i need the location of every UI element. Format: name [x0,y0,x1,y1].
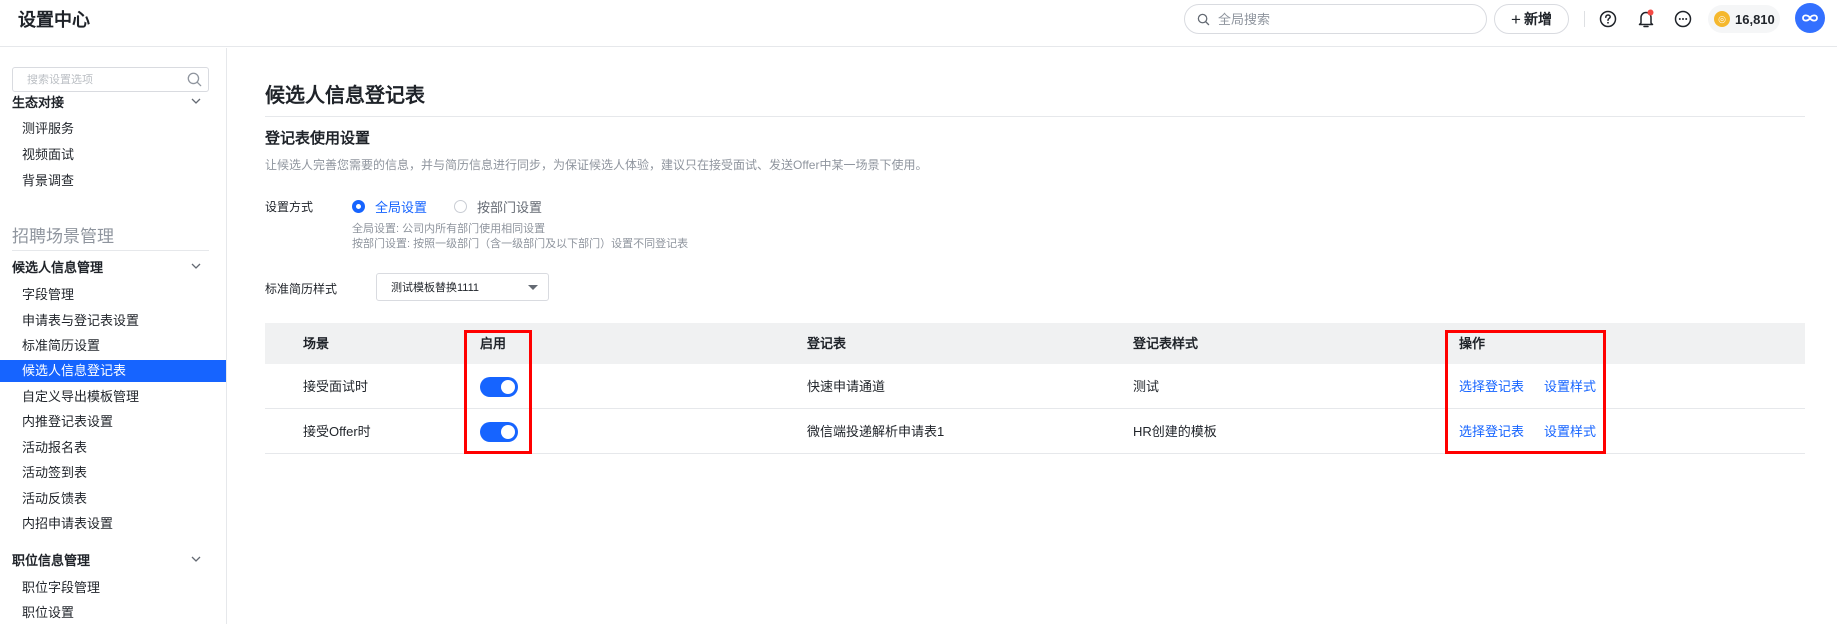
radio-department-label: 按部门设置 [477,200,543,215]
sidebar-item-event-feedback[interactable]: 活动反馈表 [0,488,226,510]
sidebar-item-standard-resume[interactable]: 标准简历设置 [0,335,226,357]
header-scene: 场景 [303,336,330,351]
caret-down-icon [528,285,538,290]
resume-style-value: 测试模板替换1111 [391,282,480,294]
settings-search-input[interactable] [27,73,177,86]
search-icon [187,72,202,87]
chevron-down-icon[interactable] [190,553,202,565]
notification-bell-icon[interactable] [1635,8,1657,30]
highlight-box-enable-column [464,330,532,454]
sidebar-item-referral-forms[interactable]: 内推登记表设置 [0,411,226,433]
highlight-box-operations-column [1445,330,1606,454]
plus-icon: + [1511,9,1521,29]
hint-global-setting: 全局设置: 公司内所有部门使用相同设置 [352,223,546,235]
sidebar-item-export-templates[interactable]: 自定义导出模板管理 [0,386,226,408]
sidebar-item-event-signup[interactable]: 活动报名表 [0,437,226,459]
radio-unchecked-icon [454,200,467,213]
toolbar-divider [1584,11,1585,27]
sidebar-item-background-check[interactable]: 背景调查 [0,170,226,192]
infinity-logo-icon [1802,14,1818,22]
section-description: 让候选人完善您需要的信息，并与简历信息进行同步，为保证候选人体验，建议只在接受面… [265,158,928,172]
sidebar-group-candidate[interactable]: 候选人信息管理 [12,257,103,276]
cell-scene: 接受面试时 [303,379,369,394]
title-divider [265,116,1805,117]
sidebar-item-position-fields[interactable]: 职位字段管理 [0,577,226,599]
setting-mode-label: 设置方式 [265,200,314,214]
header-form: 登记表 [807,336,847,351]
header-form-style: 登记表样式 [1133,336,1199,351]
resume-style-label: 标准简历样式 [265,282,338,296]
cell-form-style: HR创建的模板 [1133,424,1217,439]
radio-checked-icon [352,200,365,213]
sidebar-item-application-forms[interactable]: 申请表与登记表设置 [0,310,226,332]
add-new-button[interactable]: + 新增 [1494,4,1569,34]
add-new-label: 新增 [1523,11,1552,27]
top-bar: 设置中心 + 新增 ◎ [0,0,1837,47]
main-content: 候选人信息登记表 登记表使用设置 让候选人完善您需要的信息，并与简历信息进行同步… [228,48,1837,624]
chevron-down-icon[interactable] [190,260,202,272]
more-icon[interactable] [1672,8,1694,30]
cell-form: 快速申请通道 [807,379,886,394]
sidebar-item-field-management[interactable]: 字段管理 [0,284,226,306]
sidebar-item-internal-application[interactable]: 内招申请表设置 [0,513,226,535]
resume-style-select[interactable]: 测试模板替换1111 [376,273,549,301]
hint-department-setting: 按部门设置: 按照一级部门（含一级部门及以下部门）设置不同登记表 [352,238,689,250]
global-search-box[interactable] [1184,4,1487,34]
sidebar-item-event-checkin[interactable]: 活动签到表 [0,462,226,484]
sidebar-group-eco[interactable]: 生态对接 [12,92,64,111]
coin-icon: ◎ [1714,11,1730,27]
sidebar: 生态对接 测评服务 视频面试 背景调查 招聘场景管理 候选人信息管理 字段管理 … [0,48,227,624]
global-search-input[interactable] [1218,11,1458,27]
sidebar-item-candidate-registration[interactable]: 候选人信息登记表 [0,360,226,382]
sidebar-item-assessment[interactable]: 测评服务 [0,118,226,140]
sidebar-section-recruit: 招聘场景管理 [12,227,114,246]
sidebar-group-position[interactable]: 职位信息管理 [12,550,90,569]
cell-form: 微信端投递解析申请表1 [807,424,945,439]
radio-department-setting[interactable]: 按部门设置 [454,197,542,216]
page-title: 候选人信息登记表 [265,85,425,107]
chevron-down-icon[interactable] [190,95,202,107]
sidebar-divider [12,250,209,251]
sidebar-item-video-interview[interactable]: 视频面试 [0,144,226,166]
radio-global-label: 全局设置 [375,200,428,215]
help-icon[interactable] [1597,8,1619,30]
coin-balance-value: 16,810 [1735,11,1775,27]
search-icon [1197,13,1210,25]
coin-balance[interactable]: ◎ 16,810 [1708,5,1780,33]
cell-scene: 接受Offer时 [303,424,371,439]
radio-global-setting[interactable]: 全局设置 [352,197,427,216]
sidebar-item-position-settings[interactable]: 职位设置 [0,602,226,624]
settings-search-box[interactable] [12,67,209,92]
user-avatar[interactable] [1795,3,1825,33]
cell-form-style: 测试 [1133,379,1160,394]
section-title: 登记表使用设置 [265,130,371,147]
app-title: 设置中心 [18,10,90,30]
